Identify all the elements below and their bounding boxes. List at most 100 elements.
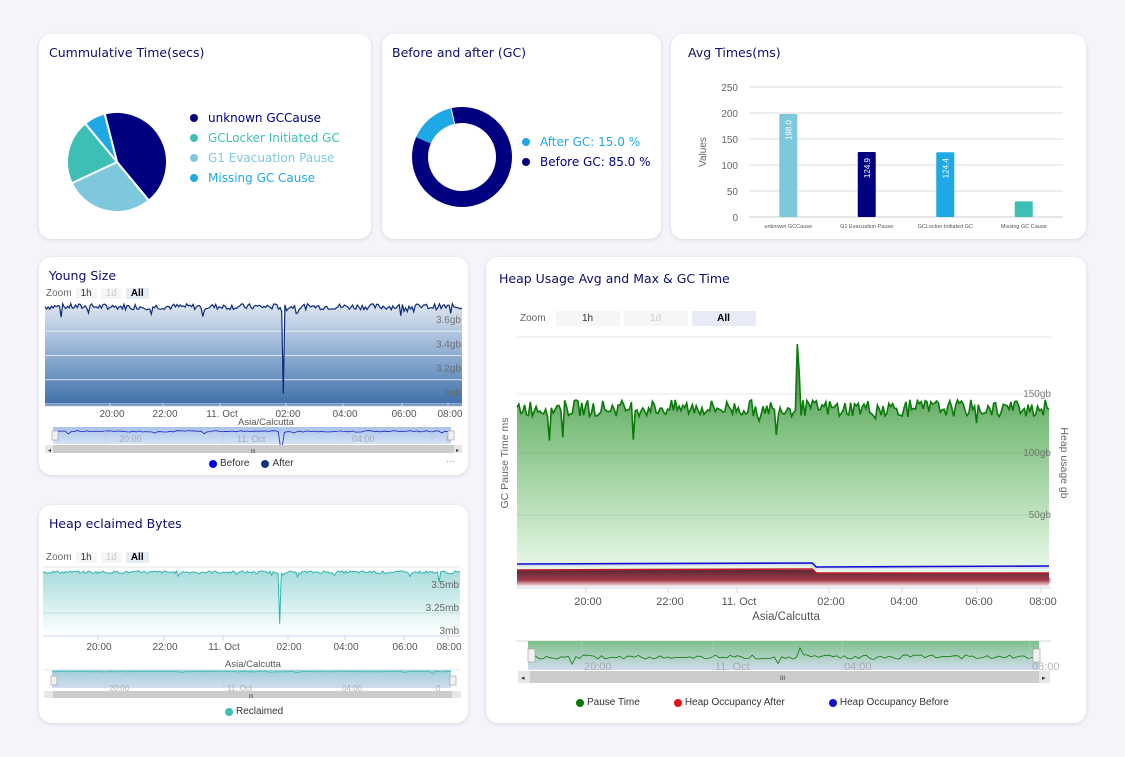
x-tick-label: 06:00 <box>392 642 417 653</box>
scroll-left-arrow: ◂ <box>48 448 51 454</box>
y-tick-label: 3gb <box>444 388 461 399</box>
legend-dot <box>828 698 837 707</box>
legend-item[interactable]: GCLocker Initiated GC <box>190 131 340 145</box>
area-fill <box>43 570 460 636</box>
zoom-all-button[interactable]: All <box>691 311 756 326</box>
zoom-controls: Zoom 1h 1d All <box>520 311 756 326</box>
legend-dot <box>190 154 198 162</box>
heap-usage-chart: 150gb100gb50gb0gb20:0022:0011. Oct02:000… <box>499 336 1070 683</box>
y-tick-label: 3.6gb <box>436 315 461 326</box>
y-tick-label: 0 <box>732 213 738 224</box>
legend-item-before[interactable]: Before <box>209 458 249 469</box>
legend-dot <box>673 698 682 707</box>
legend-dot <box>522 158 530 166</box>
scrollbar-grip: III <box>251 449 255 455</box>
bar-data-label: 124.4 <box>941 158 950 179</box>
legend-dot <box>190 114 198 122</box>
y-axis-label-left: GC Pause Time ms <box>499 417 511 508</box>
x-tick-label: 06:00 <box>391 409 416 420</box>
y-tick-label: 3.25mb <box>426 603 460 614</box>
avg-times-bar-chart: 0 50 100 150 200 250 Values 198.0 unknown GCCaus… <box>698 83 1063 230</box>
bar <box>1014 201 1033 217</box>
navigator-handle-left <box>50 675 58 686</box>
legend-dot <box>190 134 198 142</box>
legend-label: GCLocker Initiated GC <box>208 131 340 145</box>
legend-dot <box>209 459 217 468</box>
young-size-card: Young Size 3.6gb 3.4gb 3.2gb 3gb 20:00 22:00 1… <box>39 257 468 475</box>
cumulative-time-card: Cummulative Time(secs) unknown GCCause GC… <box>39 34 371 239</box>
x-tick-label: 20:00 <box>99 409 124 420</box>
legend-label: Reclaimed <box>236 706 284 717</box>
x-tick-label: G1 Evacuation Pause <box>840 224 893 230</box>
legend-item[interactable]: After GC: 15.0 % <box>522 135 640 149</box>
legend-item[interactable]: unknown GCCause <box>190 111 321 125</box>
zoom-label: Zoom <box>46 288 72 299</box>
avg-times-card: Avg Times(ms) 0 50 100 150 200 250 Values 198.0… <box>671 34 1086 239</box>
legend-item-heap-before[interactable]: Heap Occupancy Before <box>828 697 949 708</box>
legend-label: Pause Time <box>587 697 640 708</box>
chart-legend: Reclaimed <box>225 706 283 717</box>
x-tick-label: 06:00 <box>965 596 993 608</box>
context-menu-button[interactable]: ... <box>446 455 455 465</box>
card-title: Cummulative Time(secs) <box>49 45 205 60</box>
x-tick-label: 20:00 <box>574 596 602 608</box>
zoom-1d-button[interactable]: 1d <box>100 288 122 299</box>
legend-item-after[interactable]: After <box>261 458 294 469</box>
zoom-1d-button[interactable]: 1d <box>100 552 122 563</box>
x-tick-label: 11. Oct <box>208 642 240 653</box>
legend-label: Missing GC Cause <box>208 171 316 185</box>
zoom-all-button[interactable]: All <box>125 288 149 299</box>
x-tick-label: 11. Oct <box>206 409 238 420</box>
navigator-handle-left <box>51 430 59 441</box>
x-tick-label: 04:00 <box>332 409 357 420</box>
cumulative-pie-chart <box>66 111 168 213</box>
zoom-1h-button[interactable]: 1h <box>555 311 620 326</box>
x-axis-title: Asia/Calcutta <box>752 611 820 623</box>
legend-label: Heap Occupancy Before <box>839 697 949 708</box>
y-tick-label: 50gb <box>1029 510 1052 521</box>
y-tick-label: 150 <box>721 135 738 146</box>
navigator-tick-label: 04:00 <box>352 434 375 444</box>
legend-item[interactable]: Missing GC Cause <box>190 171 315 185</box>
legend-label: Before <box>220 458 250 469</box>
chart-legend: Before After <box>209 458 294 469</box>
card-title: Before and after (GC) <box>392 45 527 60</box>
legend-item-heap-after[interactable]: Heap Occupancy After <box>673 697 785 708</box>
scroll-right-arrow: ▸ <box>456 448 459 454</box>
y-tick-label: 3.2gb <box>436 364 461 375</box>
y-tick-label: 100gb <box>1023 448 1051 459</box>
heap-reclaimed-chart: 3.5mb 3.25mb 3mb 20:00 22:00 11. Oct 02:00 04:0… <box>42 566 462 700</box>
legend-label: After GC: 15.0 % <box>540 135 641 149</box>
x-axis-title: Asia/Calcutta <box>238 417 295 428</box>
x-tick-label: 02:00 <box>817 596 845 608</box>
legend-dot <box>261 459 270 468</box>
legend-dot <box>225 707 233 716</box>
zoom-1h-button[interactable]: 1h <box>75 552 97 563</box>
scroll-left-arrow: ◂ <box>521 675 525 682</box>
x-tick-label: 22:00 <box>152 409 177 420</box>
zoom-label: Zoom <box>46 552 72 563</box>
zoom-1h-button[interactable]: 1h <box>75 288 97 299</box>
heap-usage-card: Heap Usage Avg and Max & GC Time 150gb 10… <box>486 257 1086 723</box>
legend-label: unknown GCCause <box>208 111 321 125</box>
x-tick-label: 04:00 <box>890 596 918 608</box>
legend-item[interactable]: G1 Evacuation Pause <box>190 151 334 165</box>
x-tick-label: 11. Oct <box>722 596 757 608</box>
legend-item-reclaimed[interactable]: Reclaimed <box>225 706 283 717</box>
legend-item-pause-time[interactable]: Pause Time <box>576 697 640 708</box>
zoom-1d-button[interactable]: 1d <box>623 311 688 326</box>
y-tick-label: 3mb <box>440 626 460 637</box>
legend-label: Heap Occupancy After <box>684 697 785 708</box>
y-axis-label-right: Heap usage gb <box>1058 427 1070 498</box>
bar-data-label: 198.0 <box>784 119 793 140</box>
x-tick-label: 22:00 <box>152 642 177 653</box>
x-tick-label: Missing GC Cause <box>1001 224 1047 230</box>
legend-item[interactable]: Before GC: 85.0 % <box>522 155 651 169</box>
navigator-handle-right <box>447 430 455 441</box>
legend-label: Before GC: 85.0 % <box>540 155 651 169</box>
scrollbar-grip: III <box>780 676 785 682</box>
legend-label: After <box>272 458 294 469</box>
x-tick-label: 04:00 <box>333 642 358 653</box>
zoom-all-button[interactable]: All <box>125 552 149 563</box>
y-tick-label: 200 <box>721 109 738 120</box>
